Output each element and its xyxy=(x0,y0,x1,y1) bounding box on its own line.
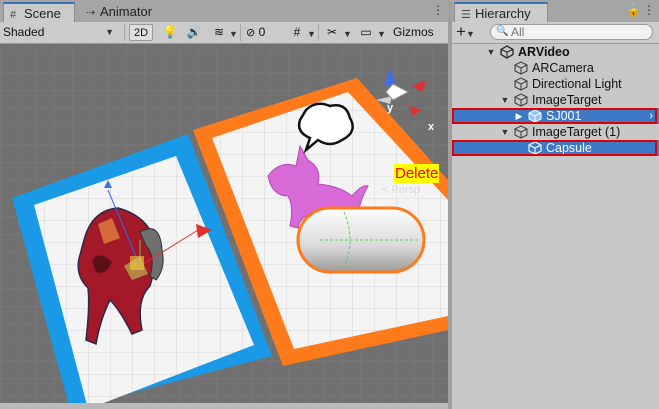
gameobject-cube-icon xyxy=(514,77,528,91)
tree-item-arcamera[interactable]: ARCamera xyxy=(452,60,659,76)
delete-annotation: Delete xyxy=(394,164,440,183)
effects-toggle-icon[interactable]: ≋ xyxy=(210,24,228,41)
capsule-model[interactable] xyxy=(296,206,426,274)
tree-item-imagetarget-1[interactable]: ▼ ImageTarget (1) xyxy=(452,124,659,140)
search-field[interactable]: 🔍 xyxy=(490,24,653,40)
lock-icon[interactable]: 🔒 xyxy=(626,3,641,17)
chevron-down-icon[interactable]: ▼ xyxy=(343,26,352,43)
prefab-arrow-icon[interactable]: › xyxy=(649,108,653,124)
chevron-down-icon[interactable]: ▼ xyxy=(307,26,316,43)
hidden-objects-toggle[interactable]: ⊘ 0 xyxy=(246,24,282,41)
tab-menu-icon[interactable]: ⋮ xyxy=(643,3,655,17)
gameobject-cube-icon xyxy=(514,125,528,139)
scene-tabbar: # Scene ⇢ Animator ⋮ xyxy=(0,0,448,23)
tab-scene[interactable]: # Scene xyxy=(3,2,75,22)
projection-label[interactable]: < Persp xyxy=(382,184,420,196)
chevron-down-icon: ▼ xyxy=(105,27,114,37)
scene-viewport[interactable]: y x < Persp Delete xyxy=(0,44,448,409)
horizontal-scrollbar[interactable] xyxy=(0,403,448,409)
gizmo-x-label: x xyxy=(428,121,435,133)
tree-item-imagetarget[interactable]: ▼ ImageTarget xyxy=(452,92,659,108)
search-input[interactable] xyxy=(511,25,641,39)
eye-slash-icon: ⊘ xyxy=(246,27,256,39)
gizmos-dropdown[interactable]: Gizmos xyxy=(393,24,445,41)
draw-mode-dropdown[interactable]: Shaded ▼ xyxy=(3,24,118,41)
add-button[interactable]: +▼ xyxy=(456,23,484,41)
hierarchy-tabbar: ☰ Hierarchy 🔒 ⋮ xyxy=(452,0,659,23)
prefab-cube-icon xyxy=(528,109,542,123)
gameobject-cube-icon xyxy=(528,141,542,155)
scene-toolbar: Shaded ▼ 2D 💡 🔊 ≋ ▼ ⊘ 0 # ▼ ✂ ▼ ▭ ▼ Gizm… xyxy=(0,22,448,44)
gameobject-cube-icon xyxy=(514,61,528,75)
expand-arrow-icon[interactable]: ▼ xyxy=(486,44,496,60)
tools-icon[interactable]: ✂ xyxy=(324,24,340,41)
tab-hierarchy[interactable]: ☰ Hierarchy xyxy=(454,2,548,22)
chevron-down-icon[interactable]: ▼ xyxy=(377,26,386,43)
expand-arrow-icon[interactable]: ▼ xyxy=(500,92,510,108)
expand-arrow-icon[interactable]: ▼ xyxy=(500,124,510,140)
hierarchy-toolbar: +▼ 🔍 xyxy=(452,22,659,44)
tree-item-sj001[interactable]: ▶ SJ001 › xyxy=(452,108,659,124)
search-icon: 🔍 xyxy=(496,26,509,37)
animator-icon: ⇢ xyxy=(86,7,96,19)
chevron-down-icon[interactable]: ▼ xyxy=(229,26,238,43)
grid-toggle-icon[interactable]: # xyxy=(288,24,306,41)
audio-toggle-icon[interactable]: 🔊 xyxy=(186,24,202,41)
tab-menu-icon[interactable]: ⋮ xyxy=(432,3,444,17)
gizmo-y-label: y xyxy=(387,102,394,114)
expand-arrow-icon[interactable]: ▶ xyxy=(514,108,524,124)
tree-item-capsule[interactable]: Capsule xyxy=(452,140,659,156)
gameobject-cube-icon xyxy=(514,93,528,107)
hierarchy-tree: ▼ ARVideo ARCamera Directional Light ▼ I… xyxy=(452,44,659,156)
tree-item-directional-light[interactable]: Directional Light xyxy=(452,76,659,92)
toolbar-divider xyxy=(124,24,125,41)
chevron-down-icon: ▼ xyxy=(465,29,475,39)
toolbar-divider xyxy=(240,24,241,41)
tree-item-arvideo[interactable]: ▼ ARVideo xyxy=(452,44,659,60)
lighting-toggle-icon[interactable]: 💡 xyxy=(162,24,178,41)
camera-settings-icon[interactable]: ▭ xyxy=(356,24,376,41)
tab-animator[interactable]: ⇢ Animator xyxy=(80,2,170,22)
scene-pane: # Scene ⇢ Animator ⋮ Shaded ▼ 2D 💡 🔊 ≋ ▼ ⊘… xyxy=(0,0,448,409)
hierarchy-pane: ☰Hierarchy 🔒 ⋮ +▼ 🔍 ▼ ARVideo ARCamera xyxy=(452,0,659,409)
scene-canvas xyxy=(0,44,448,409)
unity-scene-icon xyxy=(500,45,514,59)
toolbar-divider xyxy=(318,24,319,41)
2d-toggle-button[interactable]: 2D xyxy=(129,24,153,41)
